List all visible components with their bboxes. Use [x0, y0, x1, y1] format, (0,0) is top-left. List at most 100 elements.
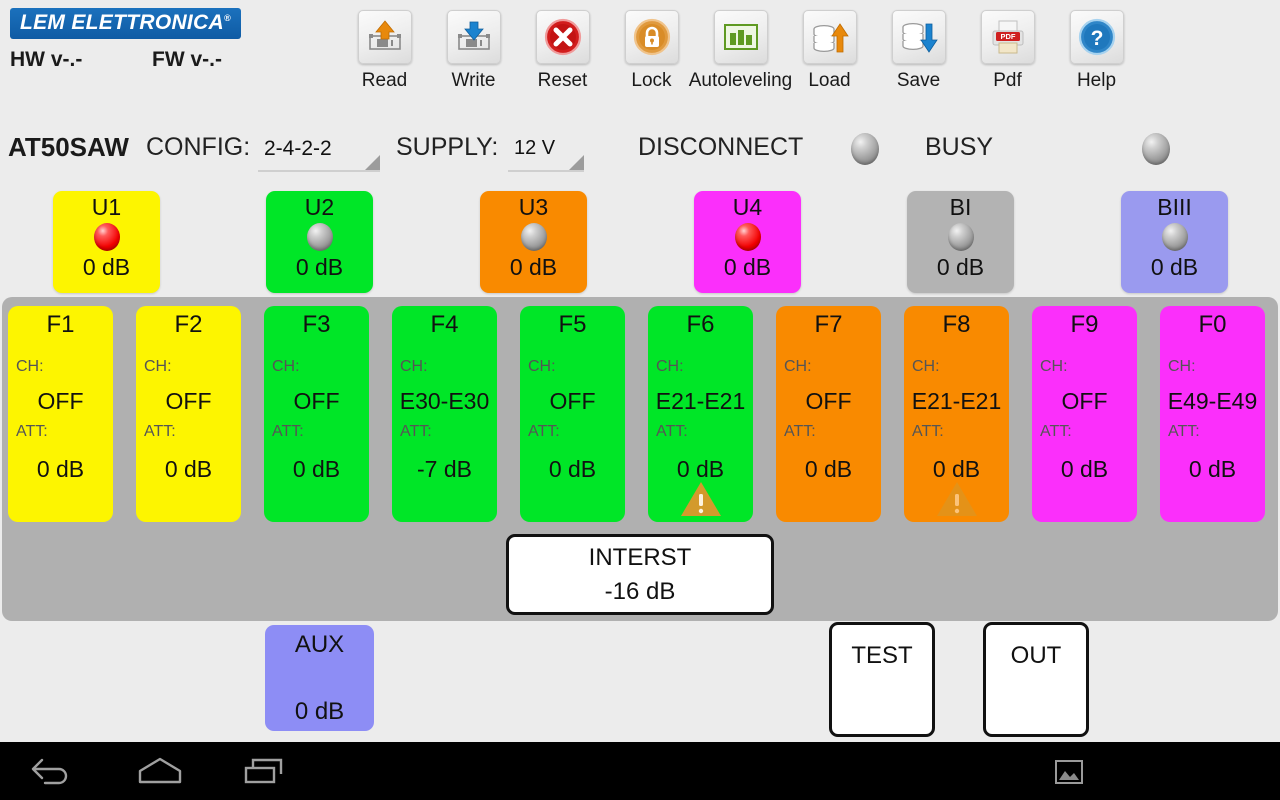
- read-button[interactable]: Read: [340, 10, 429, 92]
- load-button-face: [802, 10, 857, 64]
- autoleveling-button[interactable]: Autoleveling: [689, 10, 792, 92]
- save-button[interactable]: Save: [874, 10, 963, 92]
- attenuation-value: 0 dB: [804, 456, 853, 482]
- pdf-button[interactable]: PDF Pdf: [963, 10, 1052, 92]
- led-glyph: [947, 223, 974, 252]
- config-label: CONFIG:: [146, 133, 251, 161]
- input-card-title: U2: [304, 194, 335, 220]
- channel-label: CH:: [144, 358, 172, 375]
- pdf-button-label: Pdf: [993, 70, 1022, 91]
- filter-card-title: F8: [942, 311, 971, 338]
- input-card-u1[interactable]: U1 0 dB: [53, 191, 160, 293]
- channel-label: CH:: [400, 358, 428, 375]
- chevron-down-icon: [569, 155, 584, 170]
- filter-card-title: F1: [46, 311, 75, 338]
- interst-card[interactable]: INTERST -16 dB: [506, 534, 774, 615]
- filter-card-f5[interactable]: F5 CH: OFF ATT: 0 dB: [520, 306, 625, 522]
- reset-button[interactable]: Reset: [518, 10, 607, 92]
- attenuation-value: 0 dB: [1060, 456, 1109, 482]
- filter-card-title: F7: [814, 311, 843, 338]
- config-dropdown[interactable]: 2-4-2-2: [258, 130, 380, 172]
- filter-card-f9[interactable]: F9 CH: OFF ATT: 0 dB: [1032, 306, 1137, 522]
- input-card-value: 0 dB: [936, 254, 985, 281]
- pdf-button-face: PDF: [980, 10, 1035, 64]
- reset-button-face: [535, 10, 590, 64]
- write-button[interactable]: Write: [429, 10, 518, 92]
- filter-card-f0[interactable]: F0 CH: E49-E49 ATT: 0 dB: [1160, 306, 1265, 522]
- input-card-value: 0 dB: [1150, 254, 1199, 281]
- channel-label: CH:: [784, 358, 812, 375]
- filter-card-f8[interactable]: F8 CH: E21-E21 ATT: 0 dB: [904, 306, 1009, 522]
- lock-button[interactable]: Lock: [607, 10, 696, 92]
- input-card-value: 0 dB: [509, 254, 558, 281]
- input-card-u3[interactable]: U3 0 dB: [480, 191, 587, 293]
- save-button-face: [891, 10, 946, 64]
- out-button[interactable]: OUT: [983, 622, 1089, 737]
- filter-card-f1[interactable]: F1 CH: OFF ATT: 0 dB: [8, 306, 113, 522]
- out-button-label: OUT: [1010, 642, 1062, 669]
- filter-card-f7[interactable]: F7 CH: OFF ATT: 0 dB: [776, 306, 881, 522]
- red-led-indicator: [734, 223, 761, 252]
- home-button[interactable]: [132, 754, 188, 793]
- save-button-label: Save: [896, 70, 941, 91]
- led-glyph: [734, 223, 761, 252]
- input-card-value: 0 dB: [295, 254, 344, 281]
- filter-card-f3[interactable]: F3 CH: OFF ATT: 0 dB: [264, 306, 369, 522]
- filter-card-f6[interactable]: F6 CH: E21-E21 ATT: 0 dB: [648, 306, 753, 522]
- attenuation-label: ATT:: [528, 423, 560, 440]
- channel-value: OFF: [1061, 388, 1108, 414]
- write-button-label: Write: [451, 70, 496, 91]
- attenuation-value: 0 dB: [1188, 456, 1237, 482]
- filter-card-title: F4: [430, 311, 459, 338]
- channel-value: E21-E21: [911, 388, 1002, 414]
- help-button-label: Help: [1076, 70, 1117, 91]
- svg-text:?: ?: [1090, 27, 1103, 50]
- home-icon: [138, 757, 182, 784]
- channel-value: OFF: [37, 388, 84, 414]
- supply-label: SUPPLY:: [396, 133, 499, 161]
- input-card-biii[interactable]: BIII 0 dB: [1121, 191, 1228, 293]
- app-root: LEM ELETTRONICA® HW v-.- FW v-.- Read Wr…: [0, 0, 1280, 800]
- reset-button-label: Reset: [537, 70, 588, 91]
- aux-card[interactable]: AUX 0 dB: [265, 625, 374, 731]
- aux-value: 0 dB: [294, 698, 345, 725]
- input-card-value: 0 dB: [723, 254, 772, 281]
- load-button-label: Load: [808, 70, 851, 91]
- input-card-u2[interactable]: U2 0 dB: [266, 191, 373, 293]
- filter-card-f2[interactable]: F2 CH: OFF ATT: 0 dB: [136, 306, 241, 522]
- attenuation-value: -7 dB: [417, 456, 472, 482]
- recents-button[interactable]: [240, 754, 296, 793]
- interst-title: INTERST: [588, 543, 692, 571]
- attenuation-value: 0 dB: [292, 456, 341, 482]
- grey-led-indicator: [947, 223, 974, 252]
- attenuation-label: ATT:: [912, 423, 944, 440]
- attenuation-label: ATT:: [272, 423, 304, 440]
- filter-card-title: F2: [174, 311, 203, 338]
- input-card-u4[interactable]: U4 0 dB: [694, 191, 801, 293]
- test-button[interactable]: TEST: [829, 622, 935, 737]
- test-button-label: TEST: [851, 642, 913, 669]
- red-x-circle-icon: [544, 18, 581, 56]
- toolbar: Read Write Reset Lock Autoleveling Load …: [340, 10, 1141, 92]
- back-button[interactable]: [28, 754, 76, 793]
- input-card-title: BI: [949, 194, 972, 220]
- filter-card-title: F5: [558, 311, 587, 338]
- config-value: 2-4-2-2: [264, 137, 332, 160]
- input-card-bi[interactable]: BI 0 dB: [907, 191, 1014, 293]
- device-download-icon: [457, 21, 490, 50]
- attenuation-value: 0 dB: [932, 456, 981, 482]
- screenshot-button[interactable]: [1054, 758, 1084, 791]
- supply-dropdown-underline: [508, 170, 584, 172]
- attenuation-label: ATT:: [1168, 423, 1200, 440]
- config-dropdown-underline: [258, 170, 380, 172]
- help-button[interactable]: ? Help: [1052, 10, 1141, 92]
- busy-label: BUSY: [925, 133, 994, 161]
- supply-dropdown[interactable]: 12 V: [508, 130, 584, 172]
- filter-card-f4[interactable]: F4 CH: E30-E30 ATT: -7 dB: [392, 306, 497, 522]
- channel-label: CH:: [1040, 358, 1068, 375]
- fw-version-label: FW v-.-: [152, 48, 222, 71]
- led-glyph: [306, 223, 333, 252]
- logo-registered-mark: ®: [224, 13, 231, 23]
- load-button[interactable]: Load: [785, 10, 874, 92]
- disconnect-status-led: [851, 133, 879, 165]
